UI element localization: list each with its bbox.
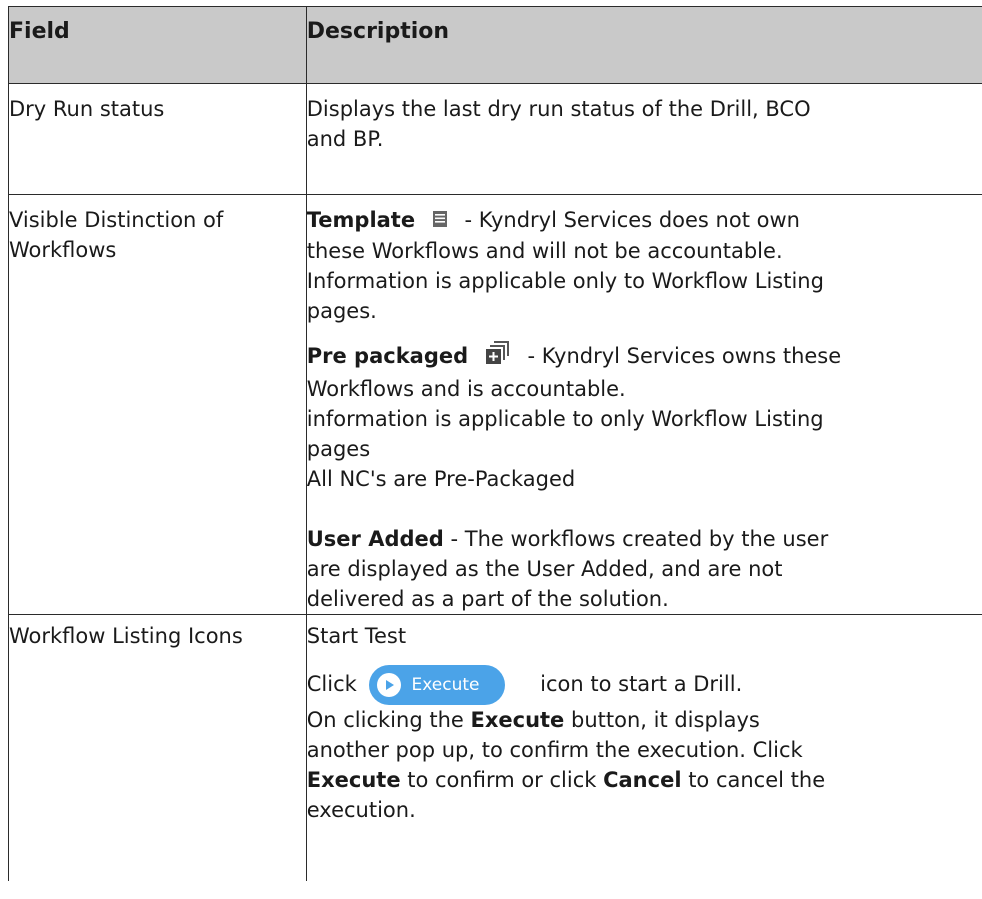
header-field: Field [8, 6, 307, 84]
description-cell: Template - Kyndryl Services does not own… [305, 194, 982, 615]
description-line: and BP. [306, 127, 384, 151]
table-header-row: Field Description [8, 6, 982, 84]
description-text: to confirm or click [400, 768, 604, 792]
description-text: to cancel the [681, 768, 826, 792]
user-added-text: - The workflows created by the user [443, 527, 829, 551]
description-text: On clicking the [306, 708, 471, 732]
description-line: Information is applicable only to Workfl… [306, 269, 824, 293]
table-row-workflow-listing-icons: Workflow Listing Icons Start Test Click … [8, 614, 982, 881]
table-row-visible-distinction: Visible Distinction of Workflows Templat… [8, 194, 982, 615]
play-icon [377, 673, 402, 697]
description-text: button, it displays [564, 708, 760, 732]
field-label-line: Workflows [9, 238, 117, 262]
execute-term: Execute [470, 708, 565, 732]
template-text: - Kyndryl Services does not own [464, 208, 800, 232]
description-line: delivered as a part of the solution. [306, 587, 669, 611]
execute-button[interactable]: Execute [369, 665, 506, 705]
field-label: Workflow Listing Icons [9, 624, 243, 648]
description-line: are displayed as the User Added, and are… [306, 557, 783, 581]
template-icon [432, 206, 448, 236]
description-line: All NC's are Pre-Packaged [306, 467, 576, 491]
field-description-table: Field Description Dry Run status Display… [8, 6, 982, 881]
header-description: Description [305, 6, 982, 84]
description-line: pages [306, 437, 371, 461]
prepackaged-paragraph: Pre packaged - Kyndryl Services owns the… [307, 340, 982, 494]
field-label-line: Visible Distinction of [9, 208, 224, 232]
template-label: Template [306, 208, 416, 232]
description-line: these Workflows and will not be accounta… [306, 239, 783, 263]
description-line: Displays the last dry run status of the … [306, 97, 811, 121]
description-cell: Start Test Click Execute icon to start a… [305, 614, 982, 881]
execute-term: Execute [306, 768, 401, 792]
cancel-term: Cancel [603, 768, 682, 792]
prepackaged-icon [485, 340, 511, 374]
description-line: another pop up, to confirm the execution… [306, 738, 803, 762]
click-tail-text: icon to start a Drill. [540, 672, 743, 696]
field-label: Dry Run status [9, 97, 165, 121]
field-cell: Visible Distinction of Workflows [8, 194, 307, 615]
field-cell: Dry Run status [8, 83, 307, 195]
description-line: Workflows and is accountable. [306, 377, 626, 401]
execute-button-label: Execute [411, 675, 480, 695]
user-added-paragraph: User Added - The workflows created by th… [307, 524, 982, 614]
field-cell: Workflow Listing Icons [8, 614, 307, 881]
description-line: information is applicable to only Workfl… [306, 407, 824, 431]
table-row-dry-run-status: Dry Run status Displays the last dry run… [8, 83, 982, 195]
user-added-label: User Added [306, 527, 444, 551]
description-line: pages. [306, 299, 377, 323]
prepackaged-text: - Kyndryl Services owns these [527, 344, 842, 368]
template-paragraph: Template - Kyndryl Services does not own… [307, 205, 982, 326]
description-line: execution. [306, 798, 416, 822]
prepackaged-label: Pre packaged [306, 344, 469, 368]
start-test-label: Start Test [306, 624, 407, 648]
click-text: Click [306, 672, 357, 696]
description-cell: Displays the last dry run status of the … [305, 83, 982, 195]
